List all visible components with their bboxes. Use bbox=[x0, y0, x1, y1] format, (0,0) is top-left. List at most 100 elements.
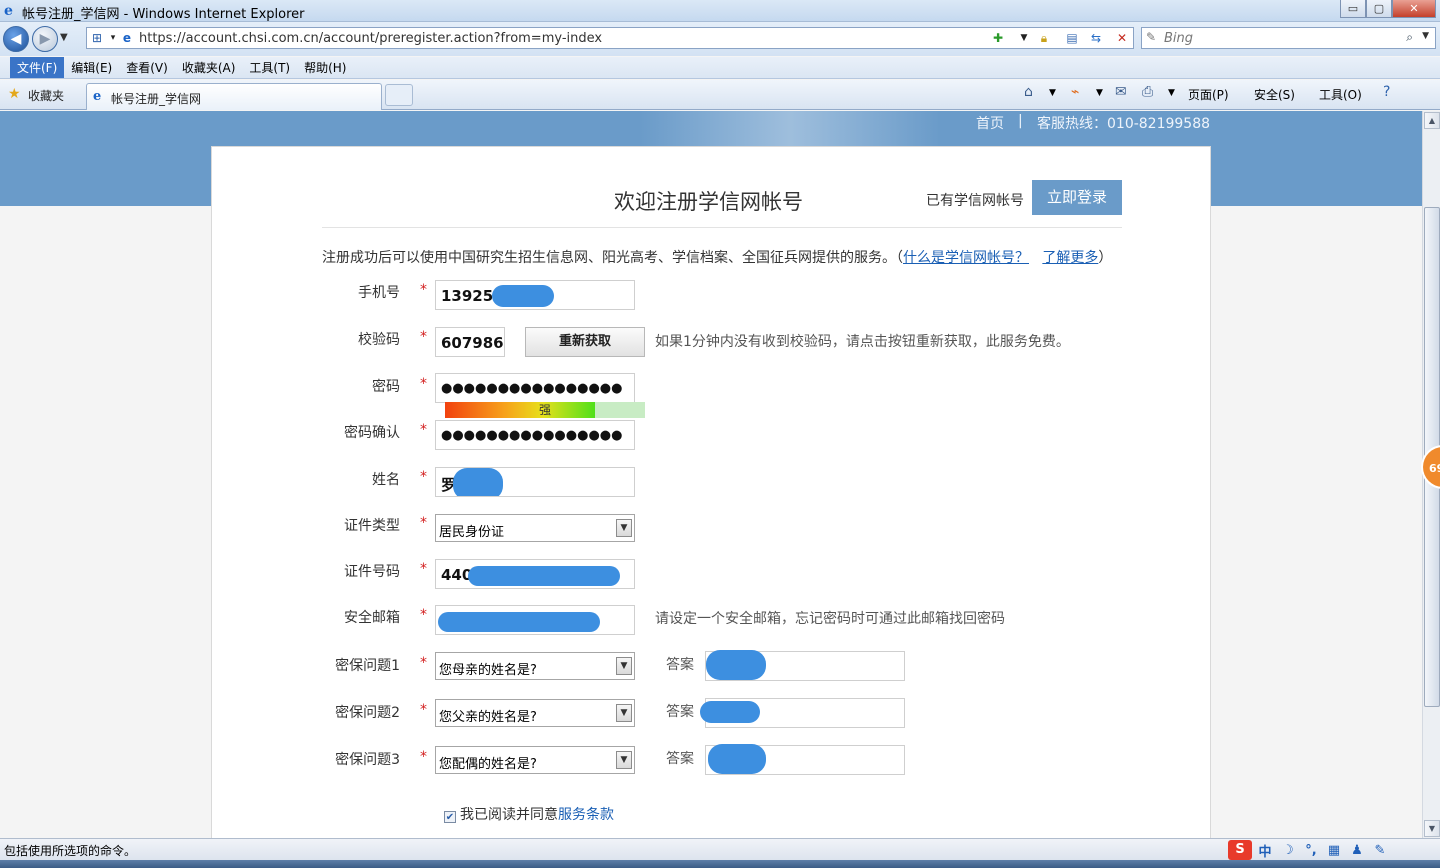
sogou-ime-icon[interactable]: S bbox=[1228, 840, 1252, 860]
security-question-2-select[interactable]: 您父亲的姓名是? ▼ bbox=[435, 699, 635, 727]
rss-page-icon[interactable]: ▤ bbox=[1063, 30, 1081, 46]
help-icon[interactable]: ? bbox=[1383, 84, 1390, 100]
q3-required-mark: * bbox=[420, 749, 427, 765]
page-menu[interactable]: 页面(P) bbox=[1188, 86, 1229, 103]
feeds-dropdown-icon[interactable]: ▼ bbox=[1096, 88, 1103, 98]
agree-checkbox[interactable]: ✔ bbox=[444, 811, 456, 823]
lock-icon[interactable]: 🔒︎ bbox=[1035, 30, 1053, 46]
search-icon[interactable]: ⌕ bbox=[1406, 30, 1413, 45]
menu-help[interactable]: 帮助(H) bbox=[297, 57, 353, 78]
id-type-select[interactable]: 居民身份证 ▼ bbox=[435, 514, 635, 542]
what-is-account-link[interactable]: 什么是学信网帐号？ bbox=[903, 250, 1029, 266]
confirm-password-field[interactable]: ●●●●●●●●●●●●●●●● bbox=[435, 420, 635, 450]
home-icon[interactable]: ⌂ bbox=[1024, 84, 1033, 100]
answer-3-redaction bbox=[708, 744, 766, 774]
forward-button[interactable]: ▶ bbox=[32, 26, 58, 52]
security-question-1-select[interactable]: 您母亲的姓名是? ▼ bbox=[435, 652, 635, 680]
chevron-down-icon[interactable]: ▼ bbox=[616, 751, 632, 769]
chevron-down-icon[interactable]: ▼ bbox=[616, 657, 632, 675]
intro-text: 注册成功后可以使用中国研究生招生信息网、阳光高考、学信档案、全国征兵网提供的服务… bbox=[322, 247, 1112, 267]
answer-1-field[interactable] bbox=[705, 650, 905, 681]
code-required-mark: * bbox=[420, 329, 427, 345]
site-certificate-icon[interactable]: ✚ bbox=[989, 30, 1007, 46]
print-dropdown-icon[interactable]: ▼ bbox=[1168, 88, 1175, 98]
search-placeholder: Bing bbox=[1164, 31, 1194, 46]
feeds-icon[interactable]: ⌁ bbox=[1071, 84, 1079, 100]
menu-view[interactable]: 查看(V) bbox=[119, 57, 175, 78]
maximize-button[interactable]: ▢ bbox=[1366, 0, 1392, 18]
chevron-down-icon[interactable]: ▼ bbox=[616, 519, 632, 537]
tab-favicon-icon: e bbox=[93, 89, 102, 104]
title-divider bbox=[322, 227, 1122, 228]
favorites-star-icon[interactable]: ★ bbox=[8, 86, 21, 102]
answer-3-field[interactable] bbox=[705, 744, 905, 775]
confirm-required-mark: * bbox=[420, 422, 427, 438]
search-options-icon[interactable]: ▼ bbox=[1422, 31, 1429, 41]
address-bar[interactable]: ⊞ ▾ e https://account.chsi.com.cn/accoun… bbox=[86, 27, 1134, 49]
menu-favorites[interactable]: 收藏夹(A) bbox=[175, 57, 243, 78]
page-favicon-icon: e bbox=[122, 31, 132, 45]
ime-skin-icon[interactable]: ♟ bbox=[1347, 843, 1367, 858]
answer-1-redaction bbox=[706, 650, 766, 680]
print-icon[interactable]: ⎙ bbox=[1142, 84, 1153, 100]
email-field[interactable] bbox=[435, 605, 635, 635]
terms-link[interactable]: 服务条款 bbox=[558, 807, 614, 823]
code-field[interactable]: 607986 bbox=[435, 327, 505, 357]
safety-menu[interactable]: 安全(S) bbox=[1254, 86, 1295, 103]
intro-body: 注册成功后可以使用中国研究生招生信息网、阳光高考、学信档案、全国征兵网提供的服务… bbox=[322, 250, 903, 266]
menu-edit[interactable]: 编辑(E) bbox=[64, 57, 119, 78]
learn-more-link[interactable]: 了解更多 bbox=[1042, 250, 1098, 266]
id-number-required-mark: * bbox=[420, 561, 427, 577]
ime-keyboard-icon[interactable]: ▦ bbox=[1324, 843, 1344, 858]
answer-3-label: 答案 bbox=[666, 751, 694, 767]
confirm-password-value: ●●●●●●●●●●●●●●●● bbox=[441, 428, 623, 443]
windows-taskbar bbox=[0, 860, 1440, 868]
name-label: 姓名 bbox=[372, 472, 400, 488]
window-title: 帐号注册_学信网 - Windows Internet Explorer bbox=[22, 7, 305, 22]
name-field[interactable]: 罗 bbox=[435, 467, 635, 497]
browser-tab[interactable]: e 帐号注册_学信网 bbox=[86, 83, 382, 110]
password-field[interactable]: ●●●●●●●●●●●●●●●● bbox=[435, 373, 635, 403]
id-type-label: 证件类型 bbox=[344, 518, 400, 534]
chevron-down-icon[interactable]: ▼ bbox=[616, 704, 632, 722]
resend-code-button[interactable]: 重新获取 bbox=[525, 327, 645, 357]
history-dropdown-icon[interactable]: ▼ bbox=[60, 32, 68, 43]
login-button[interactable]: 立即登录 bbox=[1032, 180, 1122, 215]
ie-logo-icon: e bbox=[4, 3, 13, 19]
ime-settings-icon[interactable]: ✎ bbox=[1370, 843, 1390, 858]
banner-decoration bbox=[640, 111, 940, 146]
id-type-required-mark: * bbox=[420, 515, 427, 531]
ime-halfwidth-icon[interactable]: ☽ bbox=[1278, 843, 1298, 858]
nav-home-link[interactable]: 首页 bbox=[976, 113, 1004, 133]
mail-icon[interactable]: ✉ bbox=[1115, 84, 1127, 100]
ime-punctuation-icon[interactable]: °, bbox=[1301, 843, 1321, 858]
security-question-3-label: 密保问题3 bbox=[335, 752, 400, 768]
favorites-button[interactable]: 收藏夹 bbox=[28, 87, 64, 104]
ime-mode-chinese-icon[interactable]: 中 bbox=[1255, 841, 1275, 860]
search-box[interactable]: ✎ Bing ⌕ ▼ bbox=[1141, 27, 1436, 49]
email-required-mark: * bbox=[420, 607, 427, 623]
back-button[interactable]: ◀ bbox=[3, 26, 29, 52]
compat-view-icon[interactable]: ⊞ bbox=[89, 30, 105, 46]
name-required-mark: * bbox=[420, 469, 427, 485]
close-button[interactable]: ✕ bbox=[1392, 0, 1436, 18]
phone-field[interactable]: 139250 bbox=[435, 280, 635, 310]
stop-icon[interactable]: ✕ bbox=[1113, 30, 1131, 46]
scroll-up-icon[interactable]: ▲ bbox=[1424, 112, 1440, 129]
scroll-down-icon[interactable]: ▼ bbox=[1424, 820, 1440, 837]
new-tab-button[interactable] bbox=[385, 84, 413, 106]
menu-tools[interactable]: 工具(T) bbox=[242, 57, 297, 78]
menu-file[interactable]: 文件(F) bbox=[10, 57, 65, 78]
phone-required-mark: * bbox=[420, 282, 427, 298]
refresh-icon[interactable]: ⇆ bbox=[1087, 30, 1105, 46]
address-url[interactable]: https://account.chsi.com.cn/account/prer… bbox=[139, 31, 602, 46]
minimize-button[interactable]: ▭ bbox=[1340, 0, 1366, 18]
tab-title: 帐号注册_学信网 bbox=[111, 92, 202, 106]
security-question-3-select[interactable]: 您配偶的姓名是? ▼ bbox=[435, 746, 635, 774]
id-number-field[interactable]: 440 bbox=[435, 559, 635, 589]
tools-menu[interactable]: 工具(O) bbox=[1319, 86, 1362, 103]
intro-close: ） bbox=[1098, 250, 1113, 266]
home-dropdown-icon[interactable]: ▼ bbox=[1049, 88, 1056, 98]
answer-2-field[interactable] bbox=[700, 698, 905, 728]
address-history-icon[interactable]: ▼ bbox=[1015, 30, 1033, 46]
